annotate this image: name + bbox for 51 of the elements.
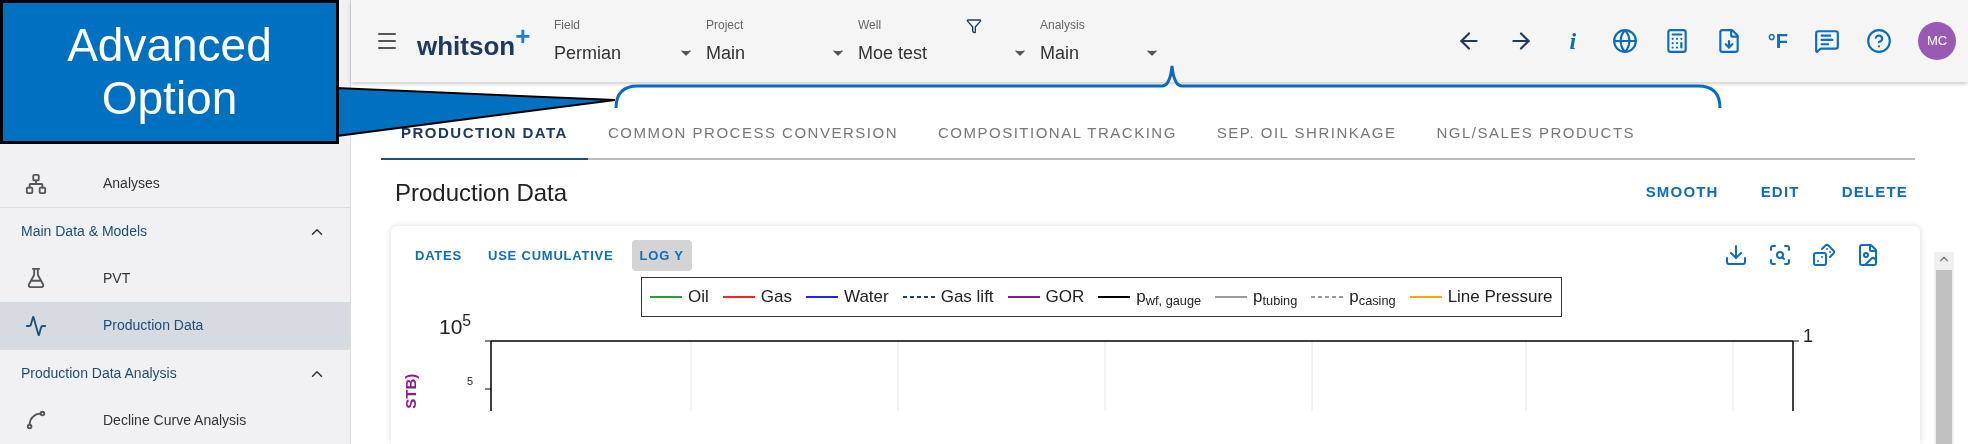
sidebar-item[interactable]: Analyses <box>0 160 350 208</box>
page-title: Production Data <box>395 177 568 208</box>
sidebar-section-title: Main Data & Models <box>21 222 148 241</box>
action-button[interactable]: DELETE <box>1833 175 1916 210</box>
legend-label: Gas lift <box>940 286 994 309</box>
selector-field[interactable]: Project Main <box>706 15 846 67</box>
action-button[interactable]: SMOOTH <box>1637 175 1727 210</box>
legend-label: Gas <box>760 286 792 309</box>
info-button[interactable]: i <box>1559 23 1586 59</box>
globe-icon[interactable] <box>1611 28 1638 54</box>
legend-label: Oil <box>688 286 709 309</box>
y-axis-tick-label: 10$^{5}$ <box>439 311 472 340</box>
selector-field[interactable]: Well Moe test <box>858 15 1028 67</box>
callout-box: Advanced Option <box>0 0 339 144</box>
legend-label: p$_{casing}$ <box>1349 286 1396 310</box>
legend-label: GOR <box>1045 286 1085 309</box>
flask-icon <box>25 267 47 290</box>
download-icon[interactable] <box>1724 243 1748 268</box>
sidebar-item[interactable]: Decline Curve Analysis <box>0 396 350 444</box>
legend-label: p$_{tubing}$ <box>1253 286 1298 310</box>
toggle-button[interactable]: LOG Y <box>631 239 692 271</box>
filter-icon[interactable] <box>966 17 982 34</box>
toggle-button[interactable]: DATES <box>407 239 470 271</box>
legend-label: Line Pressure <box>1447 286 1553 309</box>
line-chart-icon <box>25 314 47 337</box>
tab[interactable]: NGL/SALES PRODUCTS <box>1416 122 1656 160</box>
hierarchy-icon <box>25 172 47 195</box>
sidebar-section-title: Production Data Analysis <box>21 364 177 383</box>
selector-field[interactable]: Field Permian <box>554 15 694 67</box>
user-avatar[interactable]: MC <box>1918 22 1956 60</box>
sidebar-item[interactable]: PVT <box>0 254 350 302</box>
comment-icon[interactable] <box>1814 28 1840 54</box>
selector-field[interactable]: Analysis Main <box>1040 15 1160 67</box>
tab[interactable]: COMMON PROCESS CONVERSION <box>587 122 918 160</box>
tab[interactable]: COMPOSITIONAL TRACKING <box>917 122 1197 160</box>
logo: whitson+ <box>417 23 532 59</box>
tab[interactable]: SEP. OIL SHRINKAGE <box>1196 122 1417 160</box>
y-axis-label: STB) <box>400 373 420 409</box>
image-export-icon[interactable] <box>1856 243 1880 268</box>
curve-icon <box>25 409 47 432</box>
scrollbar[interactable] <box>1934 252 1954 444</box>
y-axis-tick-label: 1 <box>1803 325 1813 348</box>
y-axis-tick-label: 5 <box>467 374 474 389</box>
sidebar-item[interactable]: Production Data <box>0 302 350 350</box>
temperature-unit-button[interactable]: °F <box>1767 26 1788 56</box>
zoom-icon[interactable] <box>1768 243 1792 268</box>
help-icon[interactable] <box>1866 28 1892 54</box>
action-button[interactable]: EDIT <box>1752 175 1808 210</box>
legend-label: p$_{wf, gauge}$ <box>1136 286 1202 310</box>
toggle-button[interactable]: USE CUMULATIVE <box>480 239 622 271</box>
legend-label: Water <box>843 286 889 309</box>
